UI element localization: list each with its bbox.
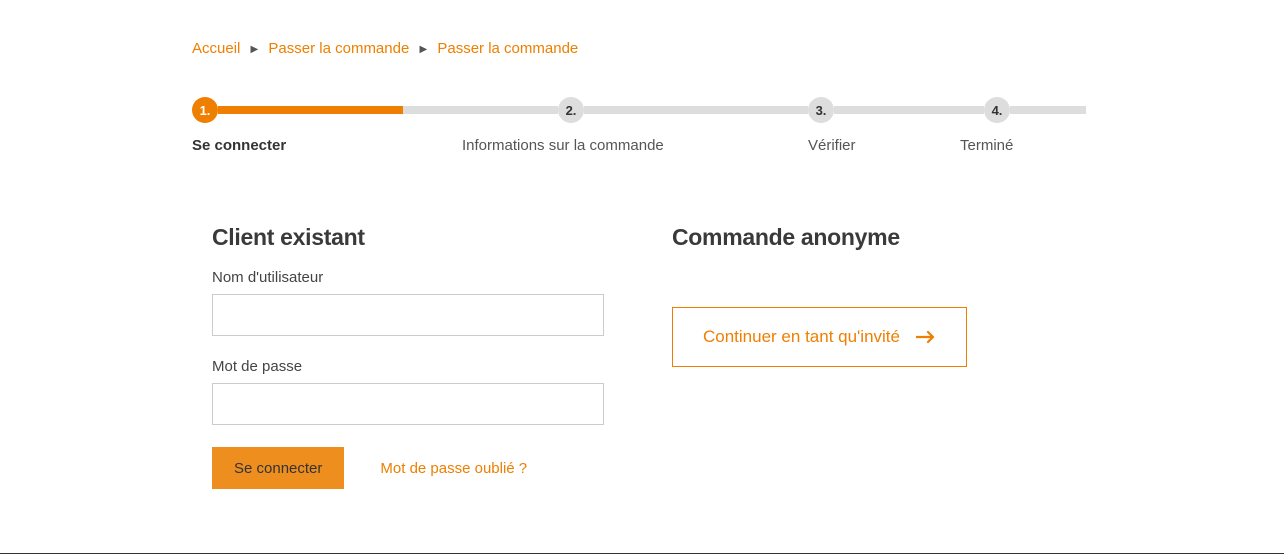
password-label: Mot de passe bbox=[212, 358, 632, 375]
chevron-right-icon: ▶ bbox=[251, 44, 259, 55]
step-number: 1. bbox=[192, 97, 218, 123]
guest-button-label: Continuer en tant qu'invité bbox=[703, 327, 900, 347]
breadcrumb: Accueil ▶ Passer la commande ▶ Passer la… bbox=[192, 40, 1092, 57]
guest-column: Commande anonyme Continuer en tant qu'in… bbox=[672, 224, 1092, 489]
step-label: Vérifier bbox=[808, 137, 984, 154]
step-line bbox=[218, 106, 403, 114]
step-label: Informations sur la commande bbox=[462, 137, 808, 154]
forgot-password-link[interactable]: Mot de passe oublié ? bbox=[380, 460, 527, 477]
login-column: Client existant Nom d'utilisateur Mot de… bbox=[212, 224, 632, 489]
username-input[interactable] bbox=[212, 294, 604, 336]
chevron-right-icon: ▶ bbox=[419, 44, 427, 55]
step-line bbox=[1010, 106, 1086, 114]
step-info: 2. Informations sur la commande bbox=[462, 97, 808, 154]
progress-steps: 1. Se connecter 2. Informations sur la c… bbox=[192, 97, 1092, 154]
step-label: Terminé bbox=[960, 137, 1086, 154]
step-verify: 3. Vérifier bbox=[808, 97, 984, 154]
username-label: Nom d'utilisateur bbox=[212, 269, 632, 286]
arrow-right-icon bbox=[916, 330, 936, 344]
step-done: 4. Terminé bbox=[960, 97, 1086, 154]
breadcrumb-link-order-current[interactable]: Passer la commande bbox=[437, 40, 578, 57]
login-button[interactable]: Se connecter bbox=[212, 447, 344, 489]
breadcrumb-link-order[interactable]: Passer la commande bbox=[268, 40, 409, 57]
continue-guest-button[interactable]: Continuer en tant qu'invité bbox=[672, 307, 967, 367]
password-input[interactable] bbox=[212, 383, 604, 425]
guest-heading: Commande anonyme bbox=[672, 224, 1092, 251]
step-line bbox=[584, 106, 808, 114]
login-heading: Client existant bbox=[212, 224, 632, 251]
step-number: 4. bbox=[984, 97, 1010, 123]
step-number: 2. bbox=[558, 97, 584, 123]
breadcrumb-link-home[interactable]: Accueil bbox=[192, 40, 240, 57]
step-number: 3. bbox=[808, 97, 834, 123]
